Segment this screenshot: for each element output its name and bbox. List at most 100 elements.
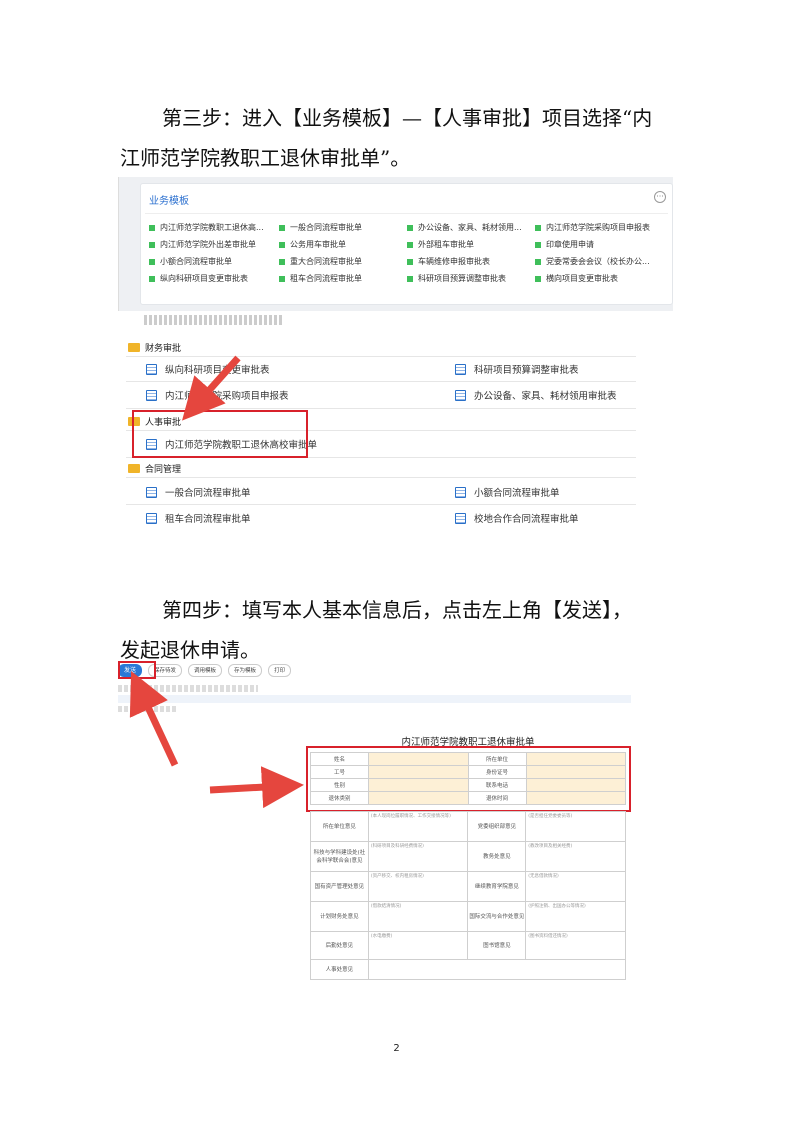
opinion-input[interactable]: (水电缴费) <box>367 931 469 960</box>
template-item[interactable]: 党委常委会会议（校长办公... <box>535 256 669 268</box>
step4-line1: 第四步：填写本人基本信息后，点击左上角【发送】， <box>162 598 632 622</box>
step3-paragraph: 第三步：进入【业务模板】—【人事审批】项目选择“内 江师范学院教职工退休审批单”… <box>120 98 680 178</box>
template-bullet-icon <box>535 242 541 248</box>
opinion-label: 继续教育学院意见 <box>467 871 527 902</box>
template-item-label: 办公设备、家具、耗材领用... <box>418 223 522 232</box>
business-templates-panel: 业务模板 ··· 内江师范学院教职工退休高... 一般合同流程审批单 办公设备、家具… <box>140 183 673 305</box>
opinion-input[interactable]: (无息借款情况) <box>525 871 626 902</box>
template-item-label: 一般合同流程审批单 <box>290 223 362 232</box>
divider <box>145 213 668 214</box>
opinion-input[interactable]: (护照注销、出国办公等情况) <box>525 901 626 932</box>
opinion-row: 科技与学科建设处(社会科学联合会)意见 (科研项目及科研经费情况) 教务处意见 (教改… <box>310 841 626 872</box>
opinions-table: 所在单位意见 (本人现岗位履职情况、工作交接情况等) 党委组织部意见 (是否担任党委委… <box>310 811 627 980</box>
highlight-box-basic-info <box>306 746 631 812</box>
template-item[interactable]: 内江师范学院教职工退休高... <box>149 222 279 234</box>
arrow-to-form <box>209 766 304 809</box>
template-item[interactable]: 横向项目变更审批表 <box>535 273 669 285</box>
opinion-label: 党委组织部意见 <box>467 811 527 842</box>
opinion-input[interactable]: (借款结清情况) <box>367 901 469 932</box>
template-bullet-icon <box>149 259 155 265</box>
flow-line <box>118 695 631 703</box>
tree-item[interactable]: 校地合作合同流程审批单 <box>455 511 579 525</box>
tree-item[interactable]: 办公设备、家具、耗材领用审批表 <box>455 388 617 402</box>
opinion-input[interactable]: (资产移交、校内租房情况) <box>367 871 469 902</box>
opinion-label: 所在单位意见 <box>310 811 369 842</box>
template-item-label: 车辆维修申报审批表 <box>418 257 490 266</box>
template-bullet-icon <box>279 259 285 265</box>
form-icon <box>146 389 157 401</box>
opinion-row: 后勤处意见 (水电缴费) 图书馆意见 (图书资料借还情况) <box>310 931 626 960</box>
tree-item-label: 内江师范学院采购项目申报表 <box>165 391 289 402</box>
opinion-row: 人事处意见 <box>310 959 627 980</box>
tree-item[interactable]: 租车合同流程审批单 <box>146 511 251 525</box>
template-item-label: 科研项目预算调整审批表 <box>418 274 506 283</box>
template-item[interactable]: 租车合同流程审批单 <box>279 273 407 285</box>
attachment-line <box>118 706 178 712</box>
form-icon <box>146 512 157 524</box>
template-bullet-icon <box>535 259 541 265</box>
template-item[interactable]: 内江师范学院采购项目申报表 <box>535 222 669 234</box>
print-button[interactable]: 打印 <box>268 663 292 677</box>
opinion-label: 科技与学科建设处(社会科学联合会)意见 <box>310 841 369 872</box>
tree-item[interactable]: 科研项目预算调整审批表 <box>455 362 579 376</box>
template-bullet-icon <box>149 225 155 231</box>
more-icon[interactable]: ··· <box>654 191 666 203</box>
template-item-label: 内江师范学院采购项目申报表 <box>546 223 650 232</box>
template-item[interactable]: 外部租车审批单 <box>407 239 535 251</box>
category-finance[interactable]: 财务审批 <box>128 340 181 354</box>
category-contract[interactable]: 合同管理 <box>128 461 181 475</box>
template-item[interactable]: 印章使用申请 <box>535 239 669 251</box>
step4-paragraph: 第四步：填写本人基本信息后，点击左上角【发送】， 发起退休申请。 <box>120 590 680 670</box>
opinion-row: 国有资产管理处意见 (资产移交、校内租房情况) 继续教育学院意见 (无息借款情况) <box>310 871 626 902</box>
opinion-row: 所在单位意见 (本人现岗位履职情况、工作交接情况等) 党委组织部意见 (是否担任党委委… <box>310 811 626 842</box>
template-bullet-icon <box>407 242 413 248</box>
template-item-label: 小额合同流程审批单 <box>160 257 232 266</box>
template-item[interactable]: 科研项目预算调整审批表 <box>407 273 535 285</box>
tree-item[interactable]: 一般合同流程审批单 <box>146 485 251 499</box>
template-item[interactable]: 车辆维修申报审批表 <box>407 256 535 268</box>
form-icon <box>455 512 466 524</box>
template-bullet-icon <box>407 276 413 282</box>
form-icon <box>455 363 466 375</box>
template-item[interactable]: 一般合同流程审批单 <box>279 222 407 234</box>
template-item-label: 公务用车审批单 <box>290 240 346 249</box>
form-toolbar: 发送 保存待发 调用模板 存为模板 打印 <box>118 662 631 678</box>
opinion-label: 教务处意见 <box>467 841 527 872</box>
tree-item[interactable]: 小额合同流程审批单 <box>455 485 560 499</box>
highlight-box-send <box>118 661 156 679</box>
opinion-input[interactable]: (是否担任党委委员等) <box>525 811 626 842</box>
tree-item-label: 租车合同流程审批单 <box>165 514 251 525</box>
tree-item-label: 校地合作合同流程审批单 <box>474 514 579 525</box>
template-item[interactable]: 重大合同流程审批单 <box>279 256 407 268</box>
opinion-input[interactable]: (图书资料借还情况) <box>525 931 626 960</box>
step3-line1: 第三步：进入【业务模板】—【人事审批】项目选择“内 <box>162 106 653 130</box>
template-bullet-icon <box>535 276 541 282</box>
opinion-input[interactable] <box>367 959 627 980</box>
opinion-input[interactable]: (科研项目及科研经费情况) <box>367 841 469 872</box>
template-item-label: 党委常委会会议（校长办公... <box>546 257 650 266</box>
tree-item[interactable]: 纵向科研项目变更审批表 <box>146 362 270 376</box>
template-item-label: 租车合同流程审批单 <box>290 274 362 283</box>
template-item[interactable]: 纵向科研项目变更审批表 <box>149 273 279 285</box>
template-bullet-icon <box>407 259 413 265</box>
template-item[interactable]: 内江师范学院外出差审批单 <box>149 239 279 251</box>
template-bullet-icon <box>279 276 285 282</box>
template-item-label: 印章使用申请 <box>546 240 594 249</box>
opinion-label: 人事处意见 <box>310 959 369 980</box>
tree-item-label: 小额合同流程审批单 <box>474 488 560 499</box>
template-item[interactable]: 小额合同流程审批单 <box>149 256 279 268</box>
template-item-label: 重大合同流程审批单 <box>290 257 362 266</box>
call-template-button[interactable]: 调用模板 <box>188 663 223 677</box>
save-template-button[interactable]: 存为模板 <box>228 663 263 677</box>
folder-icon <box>128 342 140 352</box>
template-item-label: 外部租车审批单 <box>418 240 474 249</box>
template-item-label: 内江师范学院外出差审批单 <box>160 240 256 249</box>
template-item[interactable]: 公务用车审批单 <box>279 239 407 251</box>
opinion-label: 国际交流与合作处意见 <box>467 901 527 932</box>
tree-item-label: 一般合同流程审批单 <box>165 488 251 499</box>
opinion-input[interactable]: (教改项目及相关经费) <box>525 841 626 872</box>
template-item[interactable]: 办公设备、家具、耗材领用... <box>407 222 535 234</box>
form-icon <box>146 363 157 375</box>
opinion-input[interactable]: (本人现岗位履职情况、工作交接情况等) <box>367 811 469 842</box>
tree-item[interactable]: 内江师范学院采购项目申报表 <box>146 388 289 402</box>
